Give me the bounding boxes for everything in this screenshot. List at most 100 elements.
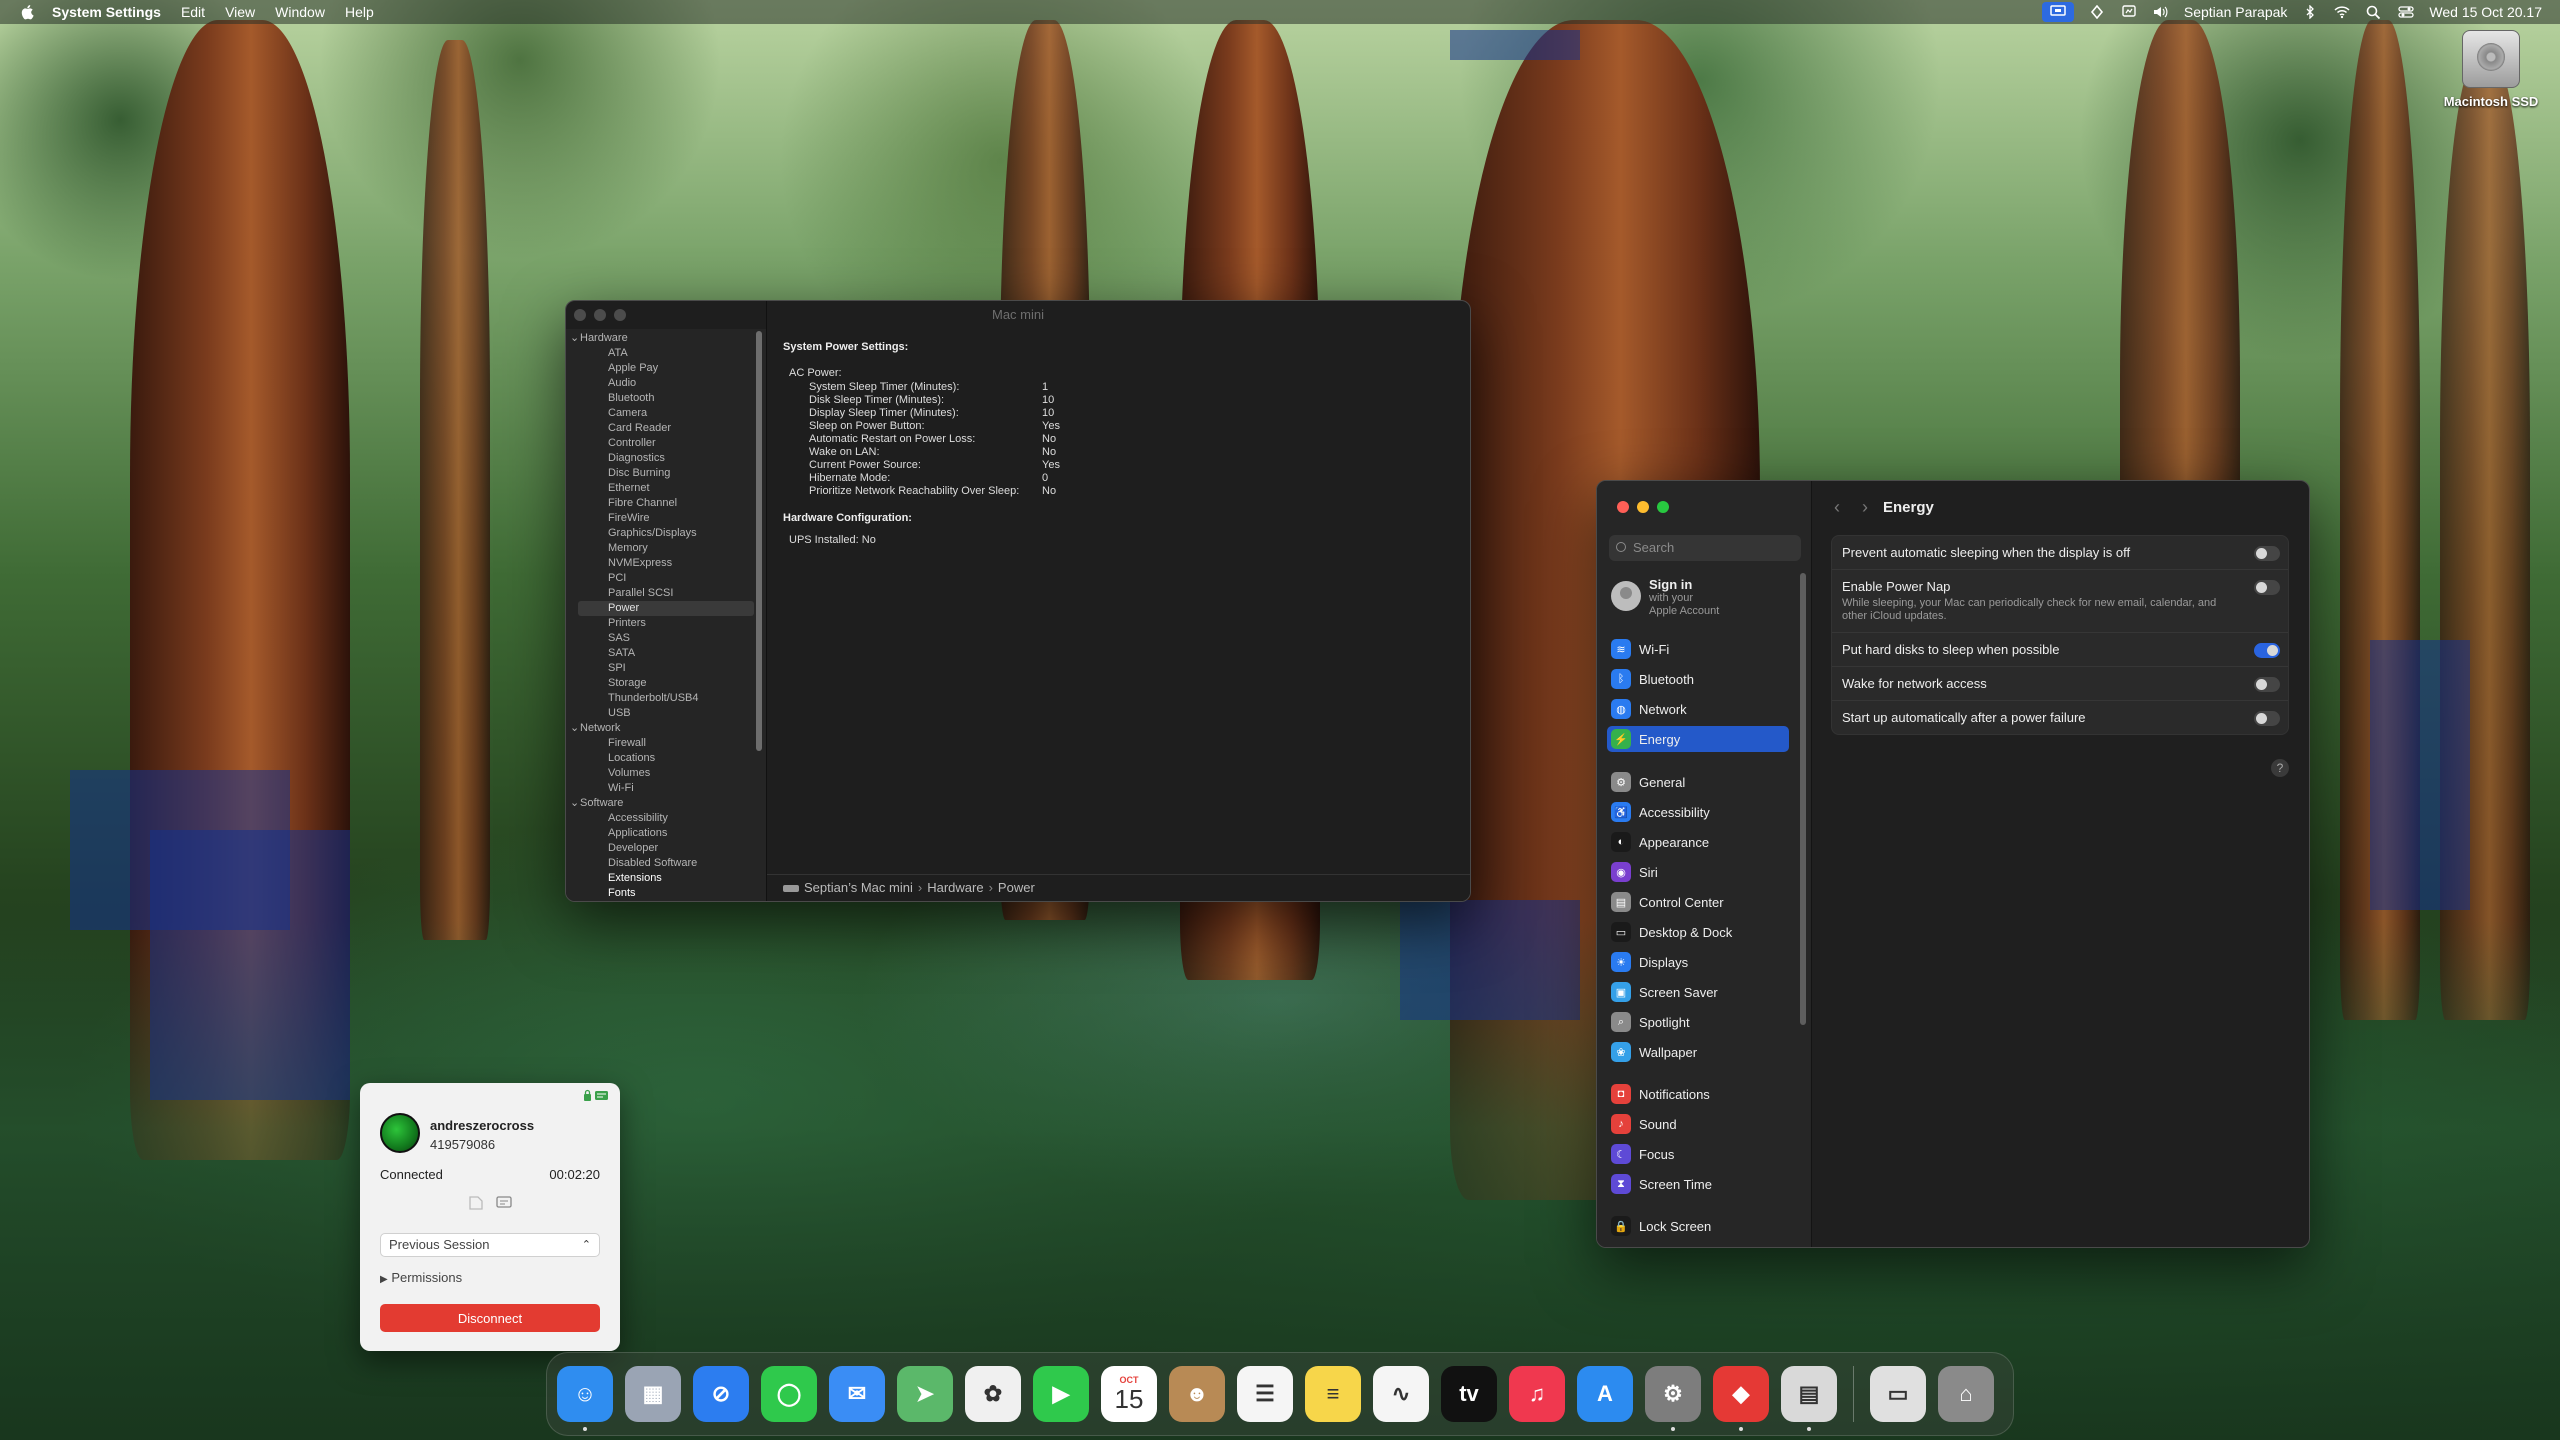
sidebar-item[interactable]: Wi-Fi — [566, 781, 766, 796]
dock-freeform-icon[interactable]: ∿ — [1373, 1366, 1429, 1422]
dock-document-icon[interactable]: ▭ — [1870, 1366, 1926, 1422]
sidebar-item-wi-fi[interactable]: ≋ Wi-Fi — [1607, 636, 1789, 662]
sidebar-item-desktop-dock[interactable]: ▭ Desktop & Dock — [1607, 919, 1789, 945]
sidebar-item[interactable]: Fibre Channel — [566, 496, 766, 511]
disconnect-button[interactable]: Disconnect — [380, 1304, 600, 1332]
menu-app-name[interactable]: System Settings — [42, 4, 171, 20]
dock-app-store-icon[interactable]: A — [1577, 1366, 1633, 1422]
sidebar-group[interactable]: Software — [566, 796, 766, 811]
sidebar-item-accessibility[interactable]: ♿ Accessibility — [1607, 799, 1789, 825]
dock-reminders-icon[interactable]: ☰ — [1237, 1366, 1293, 1422]
sidebar-item[interactable]: PCI — [566, 571, 766, 586]
sidebar-item[interactable]: Disc Burning — [566, 466, 766, 481]
sidebar-item-appearance[interactable]: ◐ Appearance — [1607, 829, 1789, 855]
sidebar-item-control-center[interactable]: ▤ Control Center — [1607, 889, 1789, 915]
bluetooth-icon[interactable] — [2301, 5, 2319, 19]
sidebar-item[interactable]: SATA — [566, 646, 766, 661]
dock-notes-icon[interactable]: ≡ — [1305, 1366, 1361, 1422]
wifi-icon[interactable] — [2333, 5, 2351, 19]
volume-icon[interactable] — [2152, 5, 2170, 19]
screen-sharing-icon[interactable] — [2041, 2, 2074, 22]
close-button[interactable] — [1617, 501, 1629, 513]
sidebar-item[interactable]: Card Reader — [566, 421, 766, 436]
dock-trash-icon[interactable]: ⌂ — [1938, 1366, 1994, 1422]
dock-finder-icon[interactable]: ☺ — [557, 1366, 613, 1431]
menu-clock[interactable]: Wed 15 Oct 20.17 — [2429, 4, 2542, 20]
close-button[interactable] — [574, 309, 586, 321]
display-menu-icon[interactable] — [2120, 5, 2138, 19]
zoom-button[interactable] — [614, 309, 626, 321]
sidebar-item[interactable]: Camera — [566, 406, 766, 421]
dock-preview-icon[interactable]: ▤ — [1781, 1366, 1837, 1431]
sidebar-item[interactable]: Thunderbolt/USB4 — [566, 691, 766, 706]
sidebar-item[interactable]: SPI — [566, 661, 766, 676]
sidebar-item[interactable]: Firewall — [566, 736, 766, 751]
sidebar-item[interactable]: Extensions — [566, 871, 766, 886]
chat-icon[interactable] — [495, 1195, 513, 1211]
sidebar-item[interactable]: Apple Pay — [566, 361, 766, 376]
sidebar-item[interactable]: Parallel SCSI — [566, 586, 766, 601]
path-hardware[interactable]: Hardware — [927, 880, 983, 895]
dock-facetime-icon[interactable]: ▶ — [1033, 1366, 1089, 1422]
sidebar-item[interactable]: Accessibility — [566, 811, 766, 826]
menu-view[interactable]: View — [215, 4, 265, 20]
zoom-button[interactable] — [1657, 501, 1669, 513]
anydesk-menu-icon[interactable] — [2088, 5, 2106, 19]
sidebar-item-screen-saver[interactable]: ▣ Screen Saver — [1607, 979, 1789, 1005]
sidebar-item[interactable]: Memory — [566, 541, 766, 556]
sidebar-item[interactable]: Graphics/Displays — [566, 526, 766, 541]
dock-system-settings-icon[interactable]: ⚙ — [1645, 1366, 1701, 1431]
permissions-disclosure[interactable]: ▶ Permissions — [380, 1270, 462, 1285]
minimize-button[interactable] — [1637, 501, 1649, 513]
spotlight-search-icon[interactable] — [2365, 5, 2383, 19]
sidebar-item[interactable]: Disabled Software — [566, 856, 766, 871]
toggle-switch[interactable] — [2254, 643, 2280, 658]
sidebar-item-bluetooth[interactable]: ᛒ Bluetooth — [1607, 666, 1789, 692]
sidebar-item-siri[interactable]: ◉ Siri — [1607, 859, 1789, 885]
path-computer[interactable]: Septian’s Mac mini — [804, 880, 913, 895]
sidebar-item-lock-screen[interactable]: 🔒 Lock Screen — [1607, 1213, 1789, 1239]
back-chevron-icon[interactable]: ‹ — [1823, 497, 1851, 518]
sidebar-item-notifications[interactable]: ◘ Notifications — [1607, 1081, 1789, 1107]
sidebar-item-focus[interactable]: ☾ Focus — [1607, 1141, 1789, 1167]
apple-menu-icon[interactable] — [20, 4, 34, 20]
file-transfer-icon[interactable] — [467, 1195, 485, 1211]
sidebar-item[interactable]: SAS — [566, 631, 766, 646]
toggle-switch[interactable] — [2254, 711, 2280, 726]
dock-music-icon[interactable]: ♫ — [1509, 1366, 1565, 1422]
sidebar-item-wallpaper[interactable]: ❀ Wallpaper — [1607, 1039, 1789, 1065]
sidebar-item[interactable]: Volumes — [566, 766, 766, 781]
toggle-switch[interactable] — [2254, 677, 2280, 692]
settings-search-input[interactable]: Search — [1609, 535, 1801, 561]
session-select[interactable]: Previous Session ⌃ — [380, 1233, 600, 1257]
sidebar-item[interactable]: ATA — [566, 346, 766, 361]
forward-chevron-icon[interactable]: › — [1851, 497, 1879, 518]
help-button[interactable]: ? — [2271, 759, 2289, 777]
apple-account-signin[interactable]: Sign in with your Apple Account — [1611, 577, 1719, 618]
macintosh-ssd-drive[interactable]: Macintosh SSD — [2436, 30, 2546, 109]
sidebar-item[interactable]: Locations — [566, 751, 766, 766]
dock-maps-icon[interactable]: ➤ — [897, 1366, 953, 1422]
sidebar-group[interactable]: Hardware — [566, 331, 766, 346]
sidebar-item[interactable]: USB — [566, 706, 766, 721]
dock-mail-icon[interactable]: ✉ — [829, 1366, 885, 1422]
toggle-switch[interactable] — [2254, 580, 2280, 595]
sidebar-item-spotlight[interactable]: ⌕ Spotlight — [1607, 1009, 1789, 1035]
sidebar-scrollbar[interactable] — [756, 331, 762, 751]
sidebar-scrollbar[interactable] — [1800, 573, 1806, 1025]
dock-calendar-icon[interactable]: OCT 15 — [1101, 1366, 1157, 1422]
sidebar-item-network[interactable]: ◍ Network — [1607, 696, 1789, 722]
menu-window[interactable]: Window — [265, 4, 335, 20]
sidebar-item[interactable]: Ethernet — [566, 481, 766, 496]
sidebar-item[interactable]: Power — [578, 601, 754, 616]
dock-photos-icon[interactable]: ✿ — [965, 1366, 1021, 1422]
sidebar-item[interactable]: FireWire — [566, 511, 766, 526]
dock-safari-icon[interactable]: ⊘ — [693, 1366, 749, 1422]
sidebar-item-displays[interactable]: ☀ Displays — [1607, 949, 1789, 975]
dock-anydesk-icon[interactable]: ◆ — [1713, 1366, 1769, 1431]
sidebar-item-energy[interactable]: ⚡ Energy — [1607, 726, 1789, 752]
sidebar-item[interactable]: Printers — [566, 616, 766, 631]
menu-help[interactable]: Help — [335, 4, 384, 20]
sidebar-item-sound[interactable]: ♪ Sound — [1607, 1111, 1789, 1137]
sidebar-item-general[interactable]: ⚙ General — [1607, 769, 1789, 795]
